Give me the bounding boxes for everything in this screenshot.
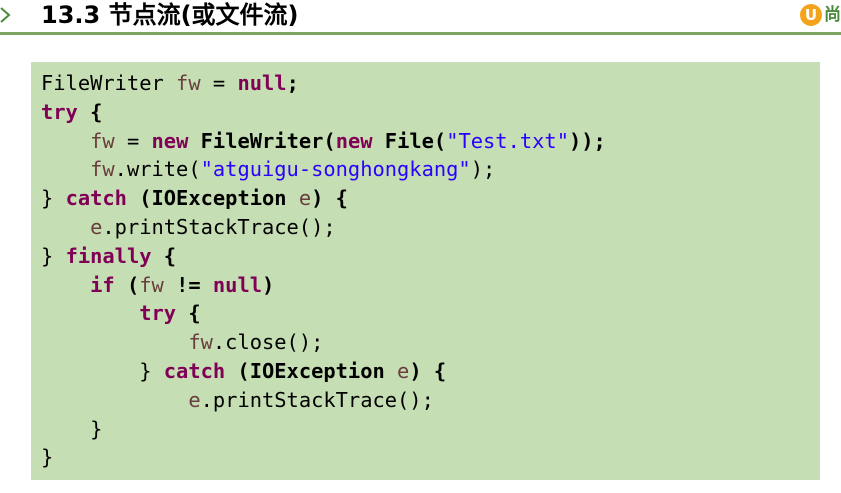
code-token: "atguigu-songhongkang" xyxy=(200,157,471,182)
code-token: (IOException xyxy=(225,358,398,383)
code-token: ) { xyxy=(409,358,447,383)
code-token: new xyxy=(151,128,189,153)
code-line: fw = new FileWriter(new File("Test.txt")… xyxy=(41,129,606,153)
code-line: } xyxy=(41,445,53,469)
brand-logo-icon: U 尚 xyxy=(800,4,841,28)
code-line: FileWriter fw = null; xyxy=(41,71,299,95)
code-token: } xyxy=(41,186,66,211)
code-token: } xyxy=(41,416,103,441)
code-token: try xyxy=(41,99,78,124)
code-line: if (fw != null) xyxy=(41,273,274,297)
code-token: fw xyxy=(90,157,115,182)
code-token: ; xyxy=(286,71,299,95)
code-token: catch xyxy=(65,186,127,211)
code-token: FileWriter xyxy=(41,71,177,95)
code-token: null xyxy=(237,71,287,95)
code-token: "Test.txt" xyxy=(446,128,569,153)
code-token: fw xyxy=(90,128,115,153)
title-divider xyxy=(0,32,841,35)
code-token: e xyxy=(397,358,410,383)
code-token: { xyxy=(151,243,177,268)
code-token: = xyxy=(114,128,152,153)
code-line: } catch (IOException e) { xyxy=(41,359,446,383)
code-listing: FileWriter fw = null; try { fw = new Fil… xyxy=(41,69,606,472)
code-token: e xyxy=(298,186,312,211)
code-token: { xyxy=(77,99,103,124)
code-line: try { xyxy=(41,301,201,326)
code-token: ) xyxy=(262,272,275,297)
code-token: } xyxy=(41,445,54,470)
code-token: = xyxy=(200,71,238,95)
code-token: )); xyxy=(568,128,606,153)
section-title: 13.3 节点流(或文件流) xyxy=(41,1,299,29)
code-token: FileWriter( xyxy=(188,128,336,153)
code-token: (IOException xyxy=(126,186,299,211)
code-token: ) { xyxy=(311,186,348,211)
code-line: fw.write("atguigu-songhongkang"); xyxy=(41,157,495,181)
code-token: fw xyxy=(188,330,213,355)
code-token: catch xyxy=(163,358,226,383)
code-token: e xyxy=(90,214,103,239)
logo-text: 尚 xyxy=(824,5,841,25)
code-line: e.printStackTrace(); xyxy=(41,215,336,239)
code-line: fw.close(); xyxy=(41,330,323,354)
chevron-right-icon xyxy=(0,7,11,23)
code-token: new xyxy=(335,128,373,153)
code-line: } xyxy=(41,417,102,441)
code-token: } xyxy=(41,243,66,268)
code-token: .write( xyxy=(114,157,201,182)
code-token: .close(); xyxy=(212,330,324,355)
code-line: try { xyxy=(41,100,102,124)
code-line: e.printStackTrace(); xyxy=(41,388,434,412)
code-token: e xyxy=(188,387,201,412)
code-line: } finally { xyxy=(41,244,176,268)
code-token: finally xyxy=(65,243,152,268)
code-token: File( xyxy=(372,128,447,153)
code-token: fw xyxy=(139,272,164,297)
code-token: fw xyxy=(176,71,201,95)
code-token: } xyxy=(41,358,164,383)
code-token: .printStackTrace(); xyxy=(200,387,434,412)
code-token: null xyxy=(212,272,263,297)
code-token: .printStackTrace(); xyxy=(102,214,336,239)
code-line: } catch (IOException e) { xyxy=(41,186,348,210)
code-token: != xyxy=(163,272,213,297)
code-token: ( xyxy=(114,272,140,297)
code-block: FileWriter fw = null; try { fw = new Fil… xyxy=(31,62,820,480)
code-token: ); xyxy=(470,157,496,182)
code-token: if xyxy=(90,272,115,297)
code-token: { xyxy=(176,301,201,326)
code-token: try xyxy=(139,301,177,326)
